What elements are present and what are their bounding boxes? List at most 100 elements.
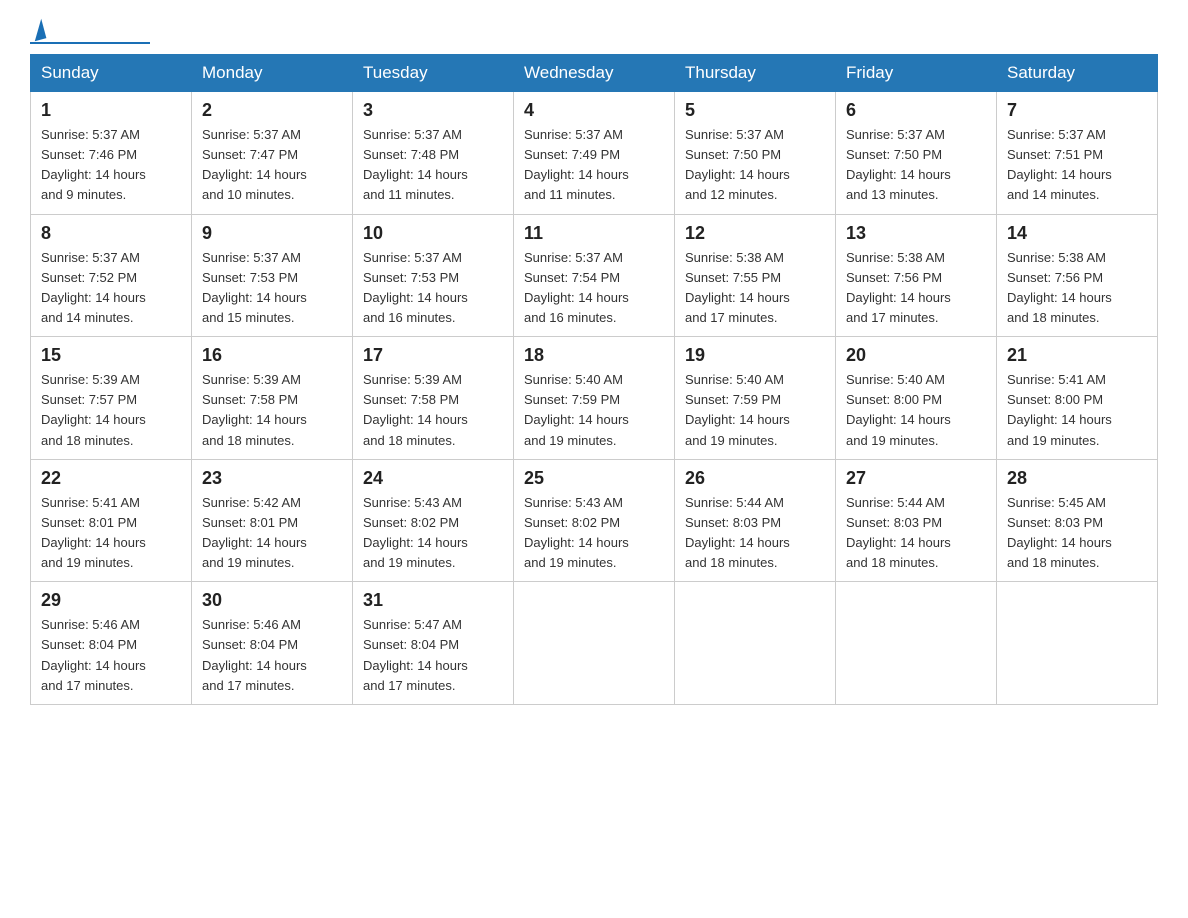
calendar-cell: 13 Sunrise: 5:38 AMSunset: 7:56 PMDaylig… (836, 214, 997, 337)
calendar-cell: 29 Sunrise: 5:46 AMSunset: 8:04 PMDaylig… (31, 582, 192, 705)
day-number: 22 (41, 468, 181, 489)
logo-text (30, 20, 46, 40)
day-number: 8 (41, 223, 181, 244)
day-info: Sunrise: 5:37 AMSunset: 7:52 PMDaylight:… (41, 250, 146, 325)
day-info: Sunrise: 5:40 AMSunset: 7:59 PMDaylight:… (524, 372, 629, 447)
day-number: 26 (685, 468, 825, 489)
day-info: Sunrise: 5:38 AMSunset: 7:56 PMDaylight:… (846, 250, 951, 325)
calendar-cell: 17 Sunrise: 5:39 AMSunset: 7:58 PMDaylig… (353, 337, 514, 460)
calendar-cell: 12 Sunrise: 5:38 AMSunset: 7:55 PMDaylig… (675, 214, 836, 337)
day-info: Sunrise: 5:44 AMSunset: 8:03 PMDaylight:… (846, 495, 951, 570)
day-info: Sunrise: 5:37 AMSunset: 7:51 PMDaylight:… (1007, 127, 1112, 202)
weekday-header-monday: Monday (192, 55, 353, 92)
calendar-week-row: 1 Sunrise: 5:37 AMSunset: 7:46 PMDayligh… (31, 92, 1158, 215)
calendar-cell: 3 Sunrise: 5:37 AMSunset: 7:48 PMDayligh… (353, 92, 514, 215)
day-info: Sunrise: 5:40 AMSunset: 7:59 PMDaylight:… (685, 372, 790, 447)
day-info: Sunrise: 5:37 AMSunset: 7:54 PMDaylight:… (524, 250, 629, 325)
day-info: Sunrise: 5:43 AMSunset: 8:02 PMDaylight:… (363, 495, 468, 570)
day-info: Sunrise: 5:41 AMSunset: 8:01 PMDaylight:… (41, 495, 146, 570)
calendar-cell: 30 Sunrise: 5:46 AMSunset: 8:04 PMDaylig… (192, 582, 353, 705)
logo (30, 20, 150, 44)
calendar-cell: 16 Sunrise: 5:39 AMSunset: 7:58 PMDaylig… (192, 337, 353, 460)
calendar-cell: 18 Sunrise: 5:40 AMSunset: 7:59 PMDaylig… (514, 337, 675, 460)
calendar-cell: 19 Sunrise: 5:40 AMSunset: 7:59 PMDaylig… (675, 337, 836, 460)
calendar-cell (675, 582, 836, 705)
day-info: Sunrise: 5:45 AMSunset: 8:03 PMDaylight:… (1007, 495, 1112, 570)
calendar-cell: 24 Sunrise: 5:43 AMSunset: 8:02 PMDaylig… (353, 459, 514, 582)
day-info: Sunrise: 5:37 AMSunset: 7:49 PMDaylight:… (524, 127, 629, 202)
day-number: 11 (524, 223, 664, 244)
day-number: 3 (363, 100, 503, 121)
day-info: Sunrise: 5:47 AMSunset: 8:04 PMDaylight:… (363, 617, 468, 692)
page-header (30, 20, 1158, 44)
day-number: 28 (1007, 468, 1147, 489)
day-info: Sunrise: 5:37 AMSunset: 7:53 PMDaylight:… (363, 250, 468, 325)
day-info: Sunrise: 5:38 AMSunset: 7:55 PMDaylight:… (685, 250, 790, 325)
day-info: Sunrise: 5:37 AMSunset: 7:50 PMDaylight:… (685, 127, 790, 202)
day-info: Sunrise: 5:39 AMSunset: 7:57 PMDaylight:… (41, 372, 146, 447)
weekday-header-thursday: Thursday (675, 55, 836, 92)
weekday-header-row: SundayMondayTuesdayWednesdayThursdayFrid… (31, 55, 1158, 92)
day-info: Sunrise: 5:37 AMSunset: 7:48 PMDaylight:… (363, 127, 468, 202)
day-info: Sunrise: 5:43 AMSunset: 8:02 PMDaylight:… (524, 495, 629, 570)
calendar-cell: 22 Sunrise: 5:41 AMSunset: 8:01 PMDaylig… (31, 459, 192, 582)
calendar-cell: 8 Sunrise: 5:37 AMSunset: 7:52 PMDayligh… (31, 214, 192, 337)
day-number: 27 (846, 468, 986, 489)
calendar-cell: 20 Sunrise: 5:40 AMSunset: 8:00 PMDaylig… (836, 337, 997, 460)
day-info: Sunrise: 5:40 AMSunset: 8:00 PMDaylight:… (846, 372, 951, 447)
calendar-cell: 4 Sunrise: 5:37 AMSunset: 7:49 PMDayligh… (514, 92, 675, 215)
calendar-week-row: 8 Sunrise: 5:37 AMSunset: 7:52 PMDayligh… (31, 214, 1158, 337)
day-number: 19 (685, 345, 825, 366)
day-number: 21 (1007, 345, 1147, 366)
day-number: 14 (1007, 223, 1147, 244)
day-number: 16 (202, 345, 342, 366)
calendar-cell: 2 Sunrise: 5:37 AMSunset: 7:47 PMDayligh… (192, 92, 353, 215)
calendar-cell: 23 Sunrise: 5:42 AMSunset: 8:01 PMDaylig… (192, 459, 353, 582)
day-info: Sunrise: 5:37 AMSunset: 7:50 PMDaylight:… (846, 127, 951, 202)
day-info: Sunrise: 5:42 AMSunset: 8:01 PMDaylight:… (202, 495, 307, 570)
day-number: 5 (685, 100, 825, 121)
calendar-cell: 6 Sunrise: 5:37 AMSunset: 7:50 PMDayligh… (836, 92, 997, 215)
calendar-cell (997, 582, 1158, 705)
calendar-cell: 27 Sunrise: 5:44 AMSunset: 8:03 PMDaylig… (836, 459, 997, 582)
calendar-table: SundayMondayTuesdayWednesdayThursdayFrid… (30, 54, 1158, 705)
day-number: 25 (524, 468, 664, 489)
day-number: 30 (202, 590, 342, 611)
day-number: 13 (846, 223, 986, 244)
day-number: 17 (363, 345, 503, 366)
day-number: 23 (202, 468, 342, 489)
day-number: 7 (1007, 100, 1147, 121)
calendar-cell: 21 Sunrise: 5:41 AMSunset: 8:00 PMDaylig… (997, 337, 1158, 460)
day-info: Sunrise: 5:46 AMSunset: 8:04 PMDaylight:… (41, 617, 146, 692)
day-info: Sunrise: 5:37 AMSunset: 7:53 PMDaylight:… (202, 250, 307, 325)
calendar-cell: 9 Sunrise: 5:37 AMSunset: 7:53 PMDayligh… (192, 214, 353, 337)
calendar-cell: 31 Sunrise: 5:47 AMSunset: 8:04 PMDaylig… (353, 582, 514, 705)
day-number: 2 (202, 100, 342, 121)
day-number: 10 (363, 223, 503, 244)
day-number: 4 (524, 100, 664, 121)
day-number: 6 (846, 100, 986, 121)
day-info: Sunrise: 5:38 AMSunset: 7:56 PMDaylight:… (1007, 250, 1112, 325)
day-info: Sunrise: 5:39 AMSunset: 7:58 PMDaylight:… (363, 372, 468, 447)
day-number: 1 (41, 100, 181, 121)
day-info: Sunrise: 5:37 AMSunset: 7:47 PMDaylight:… (202, 127, 307, 202)
logo-triangle-icon (30, 19, 47, 41)
weekday-header-friday: Friday (836, 55, 997, 92)
calendar-cell (836, 582, 997, 705)
calendar-week-row: 29 Sunrise: 5:46 AMSunset: 8:04 PMDaylig… (31, 582, 1158, 705)
day-info: Sunrise: 5:46 AMSunset: 8:04 PMDaylight:… (202, 617, 307, 692)
calendar-cell: 14 Sunrise: 5:38 AMSunset: 7:56 PMDaylig… (997, 214, 1158, 337)
calendar-week-row: 22 Sunrise: 5:41 AMSunset: 8:01 PMDaylig… (31, 459, 1158, 582)
day-number: 15 (41, 345, 181, 366)
weekday-header-sunday: Sunday (31, 55, 192, 92)
calendar-week-row: 15 Sunrise: 5:39 AMSunset: 7:57 PMDaylig… (31, 337, 1158, 460)
calendar-cell: 7 Sunrise: 5:37 AMSunset: 7:51 PMDayligh… (997, 92, 1158, 215)
weekday-header-wednesday: Wednesday (514, 55, 675, 92)
calendar-cell: 10 Sunrise: 5:37 AMSunset: 7:53 PMDaylig… (353, 214, 514, 337)
day-number: 24 (363, 468, 503, 489)
calendar-cell: 11 Sunrise: 5:37 AMSunset: 7:54 PMDaylig… (514, 214, 675, 337)
day-number: 31 (363, 590, 503, 611)
calendar-cell: 28 Sunrise: 5:45 AMSunset: 8:03 PMDaylig… (997, 459, 1158, 582)
calendar-cell: 26 Sunrise: 5:44 AMSunset: 8:03 PMDaylig… (675, 459, 836, 582)
calendar-cell (514, 582, 675, 705)
